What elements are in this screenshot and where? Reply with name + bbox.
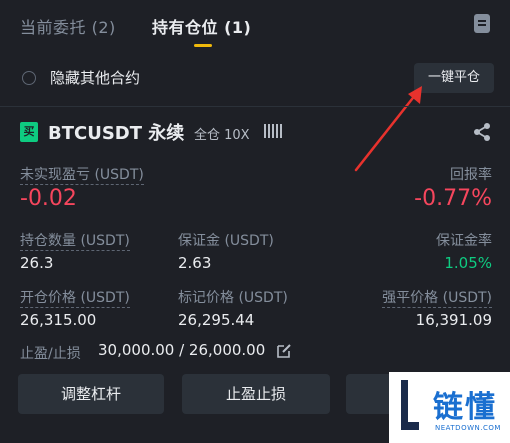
hide-other-contracts-row: 隐藏其他合约 一键平仓 (0, 60, 510, 96)
watermark-l-icon (401, 380, 419, 430)
entry-price-block: 开仓价格 (USDT) 26,315.00 (20, 287, 130, 329)
margin-label: 保证金 (USDT) (178, 233, 274, 249)
mark-price-value: 26,295.44 (178, 311, 255, 329)
liquidation-price-value: 16,391.09 (415, 311, 492, 329)
section-divider (0, 106, 510, 107)
watermark-logo: 链懂 NEATDOWN.COM (389, 372, 510, 443)
signal-bars-icon (264, 122, 282, 138)
roe-block: 回报率 -0.77% (414, 164, 492, 211)
tpsl-row: 止盈/止损 30,000.00 / 26,000.00 (20, 341, 490, 363)
adjust-leverage-button[interactable]: 调整杠杆 (18, 374, 164, 414)
share-icon[interactable] (472, 122, 492, 142)
tab-open-orders[interactable]: 当前委托 (2) (20, 14, 116, 38)
position-tabs: 当前委托 (2) 持有仓位 (1) (0, 0, 510, 52)
margin-mode-leverage[interactable]: 全仓 10X (194, 124, 250, 143)
hide-other-contracts-label[interactable]: 隐藏其他合约 (50, 67, 140, 88)
liquidation-price-label: 强平价格 (USDT) (382, 290, 492, 308)
unrealized-pnl-label: 未实现盈亏 (USDT) (20, 167, 144, 185)
tpsl-value: 30,000.00 / 26,000.00 (98, 341, 266, 359)
tpsl-label: 止盈/止损 (20, 346, 81, 362)
contract-symbol[interactable]: BTCUSDT 永续 (48, 119, 184, 145)
margin-ratio-label: 保证金率 (436, 233, 492, 249)
entry-price-label: 开仓价格 (USDT) (20, 290, 130, 308)
roe-value: -0.77% (414, 186, 492, 211)
hide-other-contracts-checkbox[interactable] (22, 71, 36, 85)
roe-label: 回报率 (450, 167, 492, 183)
liquidation-price-block: 强平价格 (USDT) 16,391.09 (382, 287, 492, 329)
document-icon[interactable] (474, 14, 490, 33)
entry-price-value: 26,315.00 (20, 311, 97, 329)
unrealized-pnl-block: 未实现盈亏 (USDT) -0.02 (20, 164, 144, 211)
position-size-label: 持仓数量 (USDT) (20, 233, 130, 251)
position-size-value: 26.3 (20, 254, 54, 272)
position-size-block: 持仓数量 (USDT) 26.3 (20, 230, 130, 272)
mark-price-block: 标记价格 (USDT) 26,295.44 (178, 287, 288, 329)
tpsl-button[interactable]: 止盈止损 (182, 374, 330, 414)
margin-value: 2.63 (178, 254, 212, 272)
edit-icon[interactable] (276, 343, 292, 359)
buy-side-badge: 买 (20, 122, 38, 142)
margin-ratio-value: 1.05% (444, 254, 492, 272)
margin-ratio-block: 保证金率 1.05% (436, 230, 492, 272)
active-tab-indicator (194, 44, 212, 47)
watermark-text: 链懂 (433, 390, 497, 425)
tab-positions[interactable]: 持有仓位 (1) (152, 14, 251, 38)
margin-block: 保证金 (USDT) 2.63 (178, 230, 274, 272)
position-header: 买 BTCUSDT 永续 全仓 10X (0, 118, 510, 148)
unrealized-pnl-value: -0.02 (20, 186, 77, 211)
mark-price-label: 标记价格 (USDT) (178, 290, 288, 306)
watermark-subtext: NEATDOWN.COM (435, 424, 501, 432)
